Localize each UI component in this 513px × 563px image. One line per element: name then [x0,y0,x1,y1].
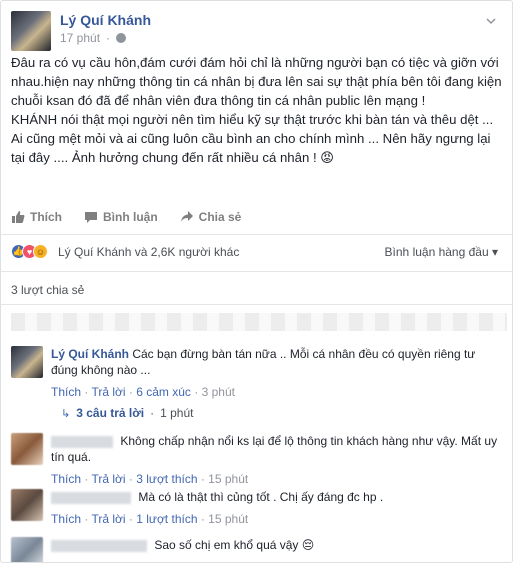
like-label: Thích [30,210,62,224]
comment-meta: Thích · Trả lời · 3 lượt thích · 15 phút [51,472,249,486]
reply-arrow-icon: ↳ [61,407,71,420]
avatar[interactable] [11,433,43,465]
comment-label: Bình luận [103,210,158,224]
like-button[interactable]: Thích [11,207,62,227]
commenter-name[interactable] [51,539,147,552]
comment-item: Mà có là thật thì củng tốt . Chị ấy đáng… [11,489,506,531]
divider [1,271,512,272]
comment-time[interactable]: 3 phút [202,385,235,399]
comment-text-cont: đúng không nào ... [51,363,151,377]
post-actions: Thích Bình luận Chia sẻ [11,207,241,227]
replies-count[interactable]: 3 câu trả lời [76,406,144,420]
comment-time[interactable]: 15 phút [208,472,248,486]
comment-item: Sao số chị em khổ quá vậy 😔 [11,537,506,562]
comment-text: Mà có là thật thì củng tốt . Chị ấy đáng… [138,490,384,504]
comment-reactions[interactable]: 6 cảm xúc [136,385,191,399]
comment-item: Không chấp nhận nổi ks lại để lộ thông t… [11,433,506,488]
commenter-name[interactable]: Lý Quí Khánh [51,347,129,361]
post-card: Lý Quí Khánh 17 phút · Đâu ra có vụ cầu … [0,0,513,563]
chevron-down-icon[interactable] [485,15,497,27]
post-meta: 17 phút · [60,31,127,45]
comment-text: Không chấp nhận nổi ks lại để lộ thông t… [120,434,498,448]
haha-reaction-icon: ☺ [33,244,48,259]
post-paragraph-2: KHÁNH nói thật mọi người nên tìm hiểu kỹ… [11,112,494,165]
sort-comments-dropdown[interactable]: Bình luận hàng đầu ▾ [385,245,498,259]
author-avatar[interactable] [11,11,51,51]
avatar[interactable] [11,346,43,378]
comment-reactions[interactable]: 3 lượt thích [136,472,197,486]
share-icon [180,211,193,222]
comment-reply-link[interactable]: Trả lời [91,385,125,399]
comment-icon [85,212,97,223]
divider [1,304,512,305]
shares-count[interactable]: 3 lượt chia sẻ [11,283,84,297]
share-label: Chia sẻ [198,210,242,224]
comment-time[interactable]: 15 phút [208,512,248,526]
comment-reply-link[interactable]: Trả lời [91,472,125,486]
comment-reactions[interactable]: 1 lượt thích [136,512,197,526]
share-button[interactable]: Chia sẻ [180,207,242,227]
comment-body: Không chấp nhận nổi ks lại để lộ thông t… [51,433,497,487]
comment-like-link[interactable]: Thích [51,512,81,526]
comment-reply-link[interactable]: Trả lời [91,512,125,526]
comment-body: Mà có là thật thì củng tốt . Chị ấy đáng… [51,489,383,527]
post-paragraph-1: Đâu ra có vụ cầu hôn,đám cưới đám hỏi ch… [11,55,502,108]
comment-button[interactable]: Bình luận [84,207,158,227]
avatar[interactable] [11,489,43,521]
comment-meta: Thích · Trả lời · 6 cảm xúc · 3 phút [51,385,235,399]
comment-meta: Thích · Trả lời · 1 lượt thích · 15 phút [51,512,249,526]
comment-text: Sao số chị em khổ quá vậy 😔 [154,538,315,552]
reactions-text[interactable]: Lý Quí Khánh và 2,6K người khác [58,245,239,259]
globe-icon [116,33,127,43]
comment-text-cont: tín quá. [51,450,92,464]
commenter-name[interactable] [51,435,113,448]
comment-text: Các bạn đừng bàn tán nữa .. Mỗi cá nhân … [132,347,476,361]
comment-like-link[interactable]: Thích [51,472,81,486]
post-time[interactable]: 17 phút [60,31,100,45]
commenter-name[interactable] [51,491,131,504]
divider [1,234,512,235]
avatar[interactable] [11,537,43,562]
thumbs-up-icon [12,211,25,223]
post-header: Lý Quí Khánh 17 phút · [11,11,501,51]
view-replies-link[interactable]: ↳ 3 câu trả lời · 1 phút [61,406,194,420]
replies-time: 1 phút [160,406,194,420]
author-name[interactable]: Lý Quí Khánh [60,12,151,28]
comment-body: Sao số chị em khổ quá vậy 😔 [51,537,314,553]
reactions-summary[interactable]: 👍 ♥ ☺ Lý Quí Khánh và 2,6K người khác [11,244,239,259]
comment-like-link[interactable]: Thích [51,385,81,399]
post-body: Đâu ra có vụ cầu hôn,đám cưới đám hỏi ch… [11,53,504,167]
comment-body: Lý Quí Khánh Các bạn đừng bàn tán nữa ..… [51,346,475,400]
comment-input[interactable] [11,313,507,331]
